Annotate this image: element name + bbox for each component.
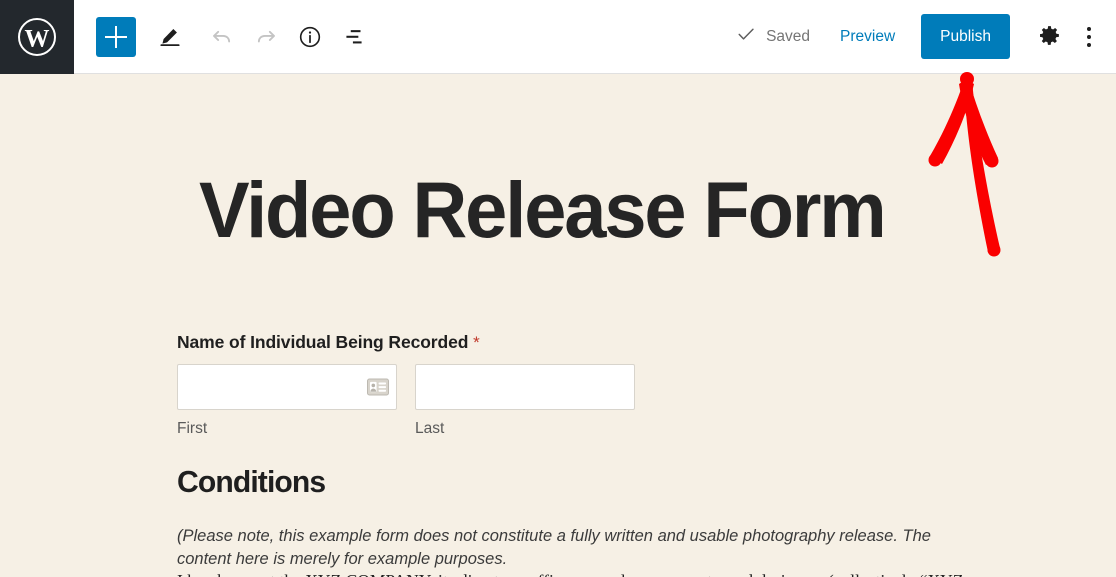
redo-arrow-icon	[253, 24, 279, 50]
list-view-icon	[341, 24, 367, 50]
toolbar-right-group: Saved Preview Publish	[735, 14, 1116, 59]
details-button[interactable]	[288, 15, 332, 59]
edit-tool-button[interactable]	[148, 15, 192, 59]
first-name-input[interactable]	[177, 364, 397, 410]
pencil-icon	[157, 24, 183, 50]
page-title[interactable]: Video Release Form	[199, 170, 887, 249]
editor-canvas: Video Release Form Name of Individual Be…	[0, 74, 1116, 577]
conditions-heading[interactable]: Conditions	[177, 464, 326, 500]
info-circle-icon	[297, 24, 323, 50]
plus-icon	[105, 25, 127, 48]
undo-button[interactable]	[200, 15, 244, 59]
settings-button[interactable]	[1028, 16, 1070, 58]
add-block-button[interactable]	[96, 16, 136, 57]
first-name-input-wrapper	[177, 364, 397, 410]
required-asterisk: *	[473, 333, 480, 352]
name-field-row: First Last	[177, 364, 1077, 438]
more-options-button[interactable]	[1074, 16, 1104, 58]
editor-screen: W Saved Preview Publish Video Release Fo…	[0, 0, 1116, 577]
gear-icon	[1037, 23, 1062, 51]
last-name-input-wrapper	[415, 364, 635, 410]
redo-button[interactable]	[244, 15, 288, 59]
kebab-menu-icon	[1087, 42, 1091, 47]
svg-text:W: W	[25, 25, 50, 52]
wordpress-logo-icon: W	[15, 15, 59, 59]
conditions-note[interactable]: (Please note, this example form does not…	[177, 525, 967, 572]
last-name-column: Last	[415, 364, 635, 438]
save-status-label: Saved	[766, 27, 811, 45]
last-name-sublabel: Last	[415, 420, 445, 437]
conditions-body[interactable]: I hereby grant the XYZ COMPANY, its dire…	[177, 570, 1007, 577]
checkmark-icon	[735, 23, 757, 50]
kebab-menu-icon	[1087, 26, 1091, 31]
first-name-sublabel: First	[177, 420, 208, 437]
save-status[interactable]: Saved	[735, 23, 810, 50]
name-field-label-text: Name of Individual Being Recorded	[177, 332, 469, 352]
wordpress-logo-button[interactable]: W	[0, 0, 74, 74]
form-block: Name of Individual Being Recorded * Firs…	[177, 332, 1077, 438]
first-name-column: First	[177, 364, 397, 438]
last-name-input[interactable]	[415, 364, 635, 410]
name-field-label: Name of Individual Being Recorded *	[177, 332, 1077, 353]
list-view-button[interactable]	[332, 15, 376, 59]
toolbar-left-group	[96, 15, 376, 59]
editor-toolbar: W Saved Preview Publish	[0, 0, 1116, 74]
undo-arrow-icon	[209, 24, 235, 50]
kebab-menu-icon	[1087, 34, 1091, 39]
publish-button[interactable]: Publish	[921, 14, 1010, 59]
preview-button[interactable]: Preview	[836, 20, 899, 54]
